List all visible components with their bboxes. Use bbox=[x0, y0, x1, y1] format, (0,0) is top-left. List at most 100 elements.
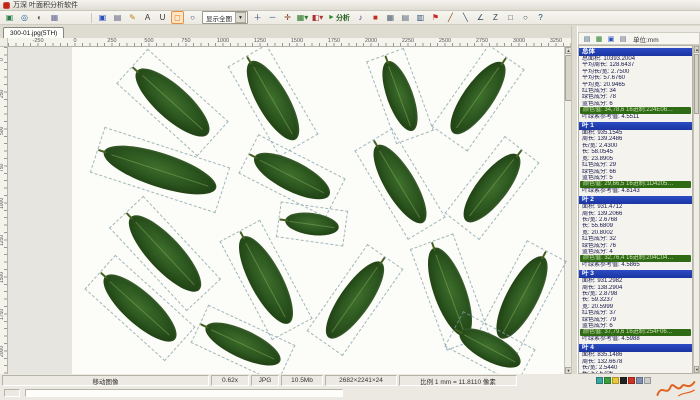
status-cell: 移动图像 bbox=[2, 375, 209, 386]
open-image-icon[interactable]: ▣ bbox=[3, 11, 16, 24]
ruler-label: 3000 bbox=[513, 38, 525, 44]
ruler-label: 1250 bbox=[254, 38, 266, 44]
ruler-corner bbox=[0, 38, 8, 47]
ruler-label: 1500 bbox=[291, 38, 303, 44]
camera-icon[interactable]: ◐ bbox=[33, 11, 46, 24]
circle-tool-icon[interactable]: ○ bbox=[519, 11, 532, 24]
print-icon[interactable]: ▤ bbox=[111, 11, 124, 24]
angle-tool-icon[interactable]: ∠ bbox=[474, 11, 487, 24]
panel-scrollbar[interactable]: ▲ ▼ bbox=[693, 45, 700, 374]
color-swatch-icon[interactable] bbox=[596, 377, 603, 384]
ruler-label: 250 bbox=[0, 90, 5, 98]
chart-icon[interactable]: ▥ bbox=[414, 11, 427, 24]
panel-divider[interactable] bbox=[571, 26, 578, 374]
section-header: 叶 4 bbox=[579, 344, 692, 352]
window-title: 万深 叶面积分析软件 bbox=[13, 0, 78, 10]
save-report-icon[interactable]: ▣ bbox=[606, 34, 616, 44]
status-cell: 2682×2241×24 bbox=[325, 375, 397, 386]
color-swatch-icon[interactable] bbox=[612, 377, 619, 384]
color-swatch-icon[interactable] bbox=[628, 377, 635, 384]
ruler-label: 1000 bbox=[0, 198, 5, 209]
toolbar-main-group: ▣▤✎AU◻○显示全图▼＋－✛▦▾◧▾►分析♪■▦▤▥⚑╱╲∠Z□○? bbox=[95, 11, 548, 24]
scroll-up-icon[interactable]: ▲ bbox=[694, 46, 699, 53]
edit-icon[interactable]: ✎ bbox=[126, 11, 139, 24]
layers-icon[interactable]: ▦▾ bbox=[296, 11, 309, 24]
zigzag-tool-icon[interactable]: Z bbox=[489, 11, 502, 24]
copy-icon[interactable]: ▤ bbox=[582, 34, 592, 44]
zoom-in-icon[interactable]: ＋ bbox=[251, 11, 264, 24]
pan-icon[interactable]: ✛ bbox=[281, 11, 294, 24]
section-header: 叶 1 bbox=[579, 122, 692, 130]
toolbar-left-group: ▣◎◐▦ bbox=[2, 11, 62, 24]
zoom-icon[interactable]: ○ bbox=[186, 11, 199, 24]
ruler-horizontal: -250025050075010001250150017502000225025… bbox=[8, 38, 571, 47]
ruler-label: 750 bbox=[181, 38, 190, 44]
ruler-label: 500 bbox=[0, 127, 5, 135]
gallery-icon[interactable]: ▦ bbox=[48, 11, 61, 24]
status-cell: 0.62x bbox=[211, 375, 249, 386]
underline-icon[interactable]: U bbox=[156, 11, 169, 24]
scroll-down-icon[interactable]: ▼ bbox=[694, 366, 699, 373]
image-tab-label: 300-01.jpg(5TH) bbox=[10, 30, 57, 37]
color-swatch-icon[interactable] bbox=[620, 377, 627, 384]
ruler-label: 2000 bbox=[365, 38, 377, 44]
image-canvas[interactable]: ▲ ▼ bbox=[8, 47, 571, 374]
font-icon[interactable]: A bbox=[141, 11, 154, 24]
analyze-button[interactable]: ►分析 bbox=[328, 13, 350, 23]
chevron-down-icon[interactable]: ▼ bbox=[235, 12, 246, 23]
leaf-object-9[interactable] bbox=[284, 209, 341, 238]
ruler-label: 2000 bbox=[0, 346, 5, 357]
status-spacer bbox=[519, 375, 596, 386]
save-icon[interactable]: ▣ bbox=[96, 11, 109, 24]
ruler-vertical: 025050075010001250150017502000 bbox=[0, 47, 8, 374]
help-icon[interactable]: ? bbox=[534, 11, 547, 24]
title-bar: 万深 叶面积分析软件 bbox=[0, 0, 700, 11]
status-stub bbox=[4, 389, 20, 397]
ruler-label: 2750 bbox=[476, 38, 488, 44]
app-window: 万深 叶面积分析软件 ▣◎◐▦ ▣▤✎AU◻○显示全图▼＋－✛▦▾◧▾►分析♪■… bbox=[0, 0, 700, 400]
section-header: 叶 3 bbox=[579, 270, 692, 278]
status-cell: 比例 1 mm = 11.8110 像素 bbox=[399, 375, 517, 386]
flag-icon[interactable]: ⚑ bbox=[429, 11, 442, 24]
marker-icon[interactable]: ♪ bbox=[354, 11, 367, 24]
scrollbar-thumb[interactable] bbox=[694, 54, 699, 114]
table-icon[interactable]: ▤ bbox=[399, 11, 412, 24]
status-row-2 bbox=[0, 387, 700, 400]
ruler-label: 2500 bbox=[439, 38, 451, 44]
ruler-label: 1500 bbox=[0, 272, 5, 283]
print-report-icon[interactable]: ▤ bbox=[618, 34, 628, 44]
ruler-label: -250 bbox=[32, 38, 43, 44]
rect-tool-icon[interactable]: □ bbox=[504, 11, 517, 24]
canvas-vertical-scrollbar[interactable]: ▲ ▼ bbox=[564, 47, 571, 374]
view-combo[interactable]: 显示全图▼ bbox=[202, 11, 248, 24]
color-swatch-icon[interactable] bbox=[644, 377, 651, 384]
ruler-label: 2250 bbox=[402, 38, 414, 44]
ruler-label: 3250 bbox=[550, 38, 562, 44]
status-cell: 10.5Mb bbox=[281, 375, 323, 386]
refresh-icon[interactable]: ◎ bbox=[18, 11, 31, 24]
grid-icon[interactable]: ▦ bbox=[384, 11, 397, 24]
red-mask-icon[interactable]: ■ bbox=[369, 11, 382, 24]
color-swatch-icon[interactable] bbox=[636, 377, 643, 384]
export-excel-icon[interactable]: ▦ bbox=[594, 34, 604, 44]
measurement-row: 叶绿素参考值: 4.5865 bbox=[579, 262, 692, 268]
color-swatch-icon[interactable] bbox=[604, 377, 611, 384]
ruler-label: 1750 bbox=[0, 309, 5, 320]
ruler-label: 1250 bbox=[0, 235, 5, 246]
status-bar: 比例 1 mm = 11.8110 像素2682×2241×2410.5MbJP… bbox=[0, 374, 700, 387]
zoom-out-icon[interactable]: － bbox=[266, 11, 279, 24]
panel-toolbar: ▤▦▣▤单位:mm bbox=[578, 32, 700, 45]
play-icon: ► bbox=[328, 14, 335, 21]
palette-icon[interactable]: ◧▾ bbox=[311, 11, 324, 24]
measurement-row: 叶绿素参考值: 4.5511 bbox=[579, 114, 692, 120]
toolbar-separator bbox=[91, 13, 92, 23]
status-cell: JPG bbox=[251, 375, 279, 386]
pen-icon[interactable]: ╱ bbox=[444, 11, 457, 24]
app-icon bbox=[3, 2, 10, 9]
status-swatches bbox=[596, 375, 652, 386]
region-zoom-icon[interactable]: ◻ bbox=[171, 11, 184, 24]
ruler-label: 750 bbox=[0, 164, 5, 172]
ruler-label: 250 bbox=[107, 38, 116, 44]
unit-label: 单位:mm bbox=[633, 34, 659, 44]
line-tool-icon[interactable]: ╲ bbox=[459, 11, 472, 24]
